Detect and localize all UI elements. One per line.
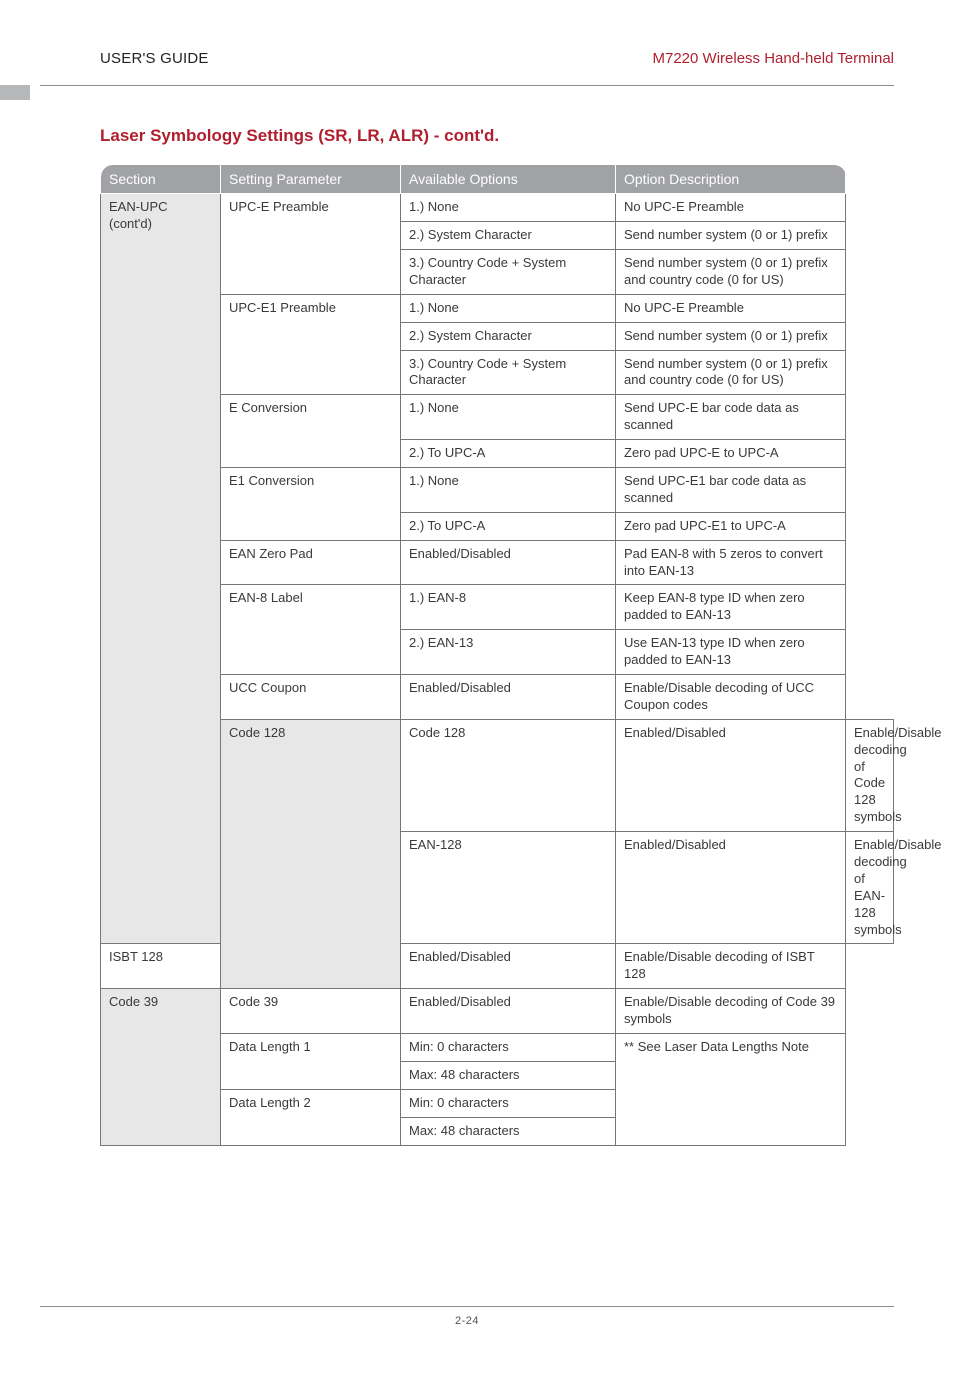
option-cell: Enabled/Disabled bbox=[616, 719, 846, 831]
section-cell: EAN-UPC (cont'd) bbox=[101, 194, 221, 944]
setting-cell: UCC Coupon bbox=[221, 675, 401, 720]
desc-cell: Enable/Disable decoding of ISBT 128 bbox=[616, 944, 846, 989]
footer-divider bbox=[40, 1306, 894, 1307]
desc-cell: Use EAN-13 type ID when zero padded to E… bbox=[616, 630, 846, 675]
setting-cell: E Conversion bbox=[221, 395, 401, 468]
option-cell: Enabled/Disabled bbox=[401, 989, 616, 1034]
option-cell: 2.) To UPC-A bbox=[401, 440, 616, 468]
option-cell: 2.) To UPC-A bbox=[401, 512, 616, 540]
setting-cell: Code 39 bbox=[221, 989, 401, 1034]
option-cell: Enabled/Disabled bbox=[401, 540, 616, 585]
setting-cell: ISBT 128 bbox=[101, 944, 221, 989]
col-desc: Option Description bbox=[616, 165, 846, 194]
option-cell: Enabled/Disabled bbox=[616, 832, 846, 944]
setting-cell: EAN-128 bbox=[401, 832, 616, 944]
desc-cell: Send UPC-E1 bar code data as scanned bbox=[616, 467, 846, 512]
option-cell: 3.) Country Code + System Character bbox=[401, 249, 616, 294]
desc-cell: Send UPC-E bar code data as scanned bbox=[616, 395, 846, 440]
option-cell: 3.) Country Code + System Character bbox=[401, 350, 616, 395]
section-title: Laser Symbology Settings (SR, LR, ALR) -… bbox=[100, 126, 894, 146]
option-cell: Enabled/Disabled bbox=[401, 944, 616, 989]
desc-cell: Enable/Disable decoding of Code 128 symb… bbox=[846, 719, 894, 831]
table-header-row: Section Setting Parameter Available Opti… bbox=[101, 165, 894, 194]
desc-cell: Enable/Disable decoding of UCC Coupon co… bbox=[616, 675, 846, 720]
setting-cell: UPC-E Preamble bbox=[221, 194, 401, 295]
page-number: 2-24 bbox=[40, 1315, 894, 1327]
option-cell: 1.) EAN-8 bbox=[401, 585, 616, 630]
option-cell: 2.) System Character bbox=[401, 222, 616, 250]
desc-cell: Pad EAN-8 with 5 zeros to convert into E… bbox=[616, 540, 846, 585]
table-body: EAN-UPC (cont'd)UPC-E Preamble1.) NoneNo… bbox=[101, 194, 894, 1145]
desc-cell: Enable/Disable decoding of EAN-128 symbo… bbox=[846, 832, 894, 944]
desc-cell: Send number system (0 or 1) prefix bbox=[616, 222, 846, 250]
desc-cell: Zero pad UPC-E to UPC-A bbox=[616, 440, 846, 468]
desc-cell: Send number system (0 or 1) prefix bbox=[616, 322, 846, 350]
table-row: ISBT 128 Enabled/DisabledEnable/Disable d… bbox=[101, 944, 894, 989]
left-margin-tab bbox=[0, 85, 30, 100]
section-cell: Code 39 bbox=[101, 989, 221, 1145]
header-divider bbox=[40, 85, 894, 86]
col-options: Available Options bbox=[401, 165, 616, 194]
desc-cell: No UPC-E Preamble bbox=[616, 194, 846, 222]
option-cell: 1.) None bbox=[401, 395, 616, 440]
header-right: M7220 Wireless Hand-held Terminal bbox=[653, 50, 895, 67]
section-cell: Code 128 bbox=[221, 719, 401, 988]
option-cell: Max: 48 characters bbox=[401, 1061, 616, 1089]
setting-cell: Data Length 2 bbox=[221, 1089, 401, 1145]
option-cell: Max: 48 characters bbox=[401, 1117, 616, 1145]
desc-cell: Send number system (0 or 1) prefix and c… bbox=[616, 249, 846, 294]
option-cell: 1.) None bbox=[401, 467, 616, 512]
desc-cell: Send number system (0 or 1) prefix and c… bbox=[616, 350, 846, 395]
desc-cell: ** See Laser Data Lengths Note bbox=[616, 1034, 846, 1146]
option-cell: 1.) None bbox=[401, 294, 616, 322]
parameters-table-wrap: Section Setting Parameter Available Opti… bbox=[100, 164, 894, 1146]
page-header: USER'S GUIDE M7220 Wireless Hand-held Te… bbox=[100, 50, 894, 73]
setting-cell: Code 128 bbox=[401, 719, 616, 831]
table-row: Code 39Code 39Enabled/DisabledEnable/Dis… bbox=[101, 989, 894, 1034]
setting-cell: Data Length 1 bbox=[221, 1034, 401, 1090]
document-page: USER'S GUIDE M7220 Wireless Hand-held Te… bbox=[0, 0, 954, 1377]
desc-cell: Zero pad UPC-E1 to UPC-A bbox=[616, 512, 846, 540]
option-cell: Min: 0 characters bbox=[401, 1089, 616, 1117]
setting-cell: EAN-8 Label bbox=[221, 585, 401, 675]
desc-cell: Enable/Disable decoding of Code 39 symbo… bbox=[616, 989, 846, 1034]
parameters-table: Section Setting Parameter Available Opti… bbox=[100, 164, 894, 1146]
option-cell: 1.) None bbox=[401, 194, 616, 222]
setting-cell: E1 Conversion bbox=[221, 467, 401, 540]
setting-cell: UPC-E1 Preamble bbox=[221, 294, 401, 395]
option-cell: Min: 0 characters bbox=[401, 1034, 616, 1062]
desc-cell: Keep EAN-8 type ID when zero padded to E… bbox=[616, 585, 846, 630]
option-cell: Enabled/Disabled bbox=[401, 675, 616, 720]
col-section: Section bbox=[101, 165, 221, 194]
header-left: USER'S GUIDE bbox=[100, 50, 209, 67]
option-cell: 2.) System Character bbox=[401, 322, 616, 350]
col-setting: Setting Parameter bbox=[221, 165, 401, 194]
table-row: EAN-UPC (cont'd)UPC-E Preamble1.) NoneNo… bbox=[101, 194, 894, 222]
option-cell: 2.) EAN-13 bbox=[401, 630, 616, 675]
desc-cell: No UPC-E Preamble bbox=[616, 294, 846, 322]
setting-cell: EAN Zero Pad bbox=[221, 540, 401, 585]
